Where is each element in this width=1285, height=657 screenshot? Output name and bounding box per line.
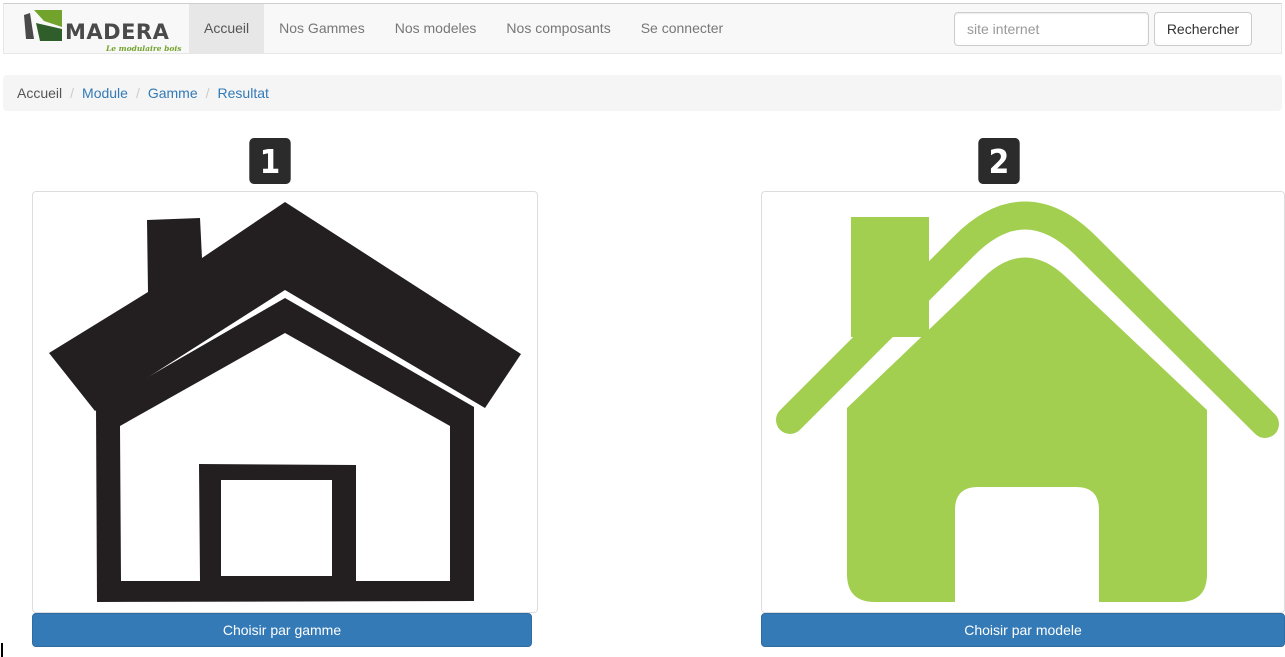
option-number-badge-2: 2 [978,138,1020,184]
nav-item-accueil[interactable]: Accueil [189,4,265,53]
breadcrumb: Accueil / Module / Gamme / Resultat [3,75,1282,111]
brand-name: MADERA [65,20,170,44]
text-cursor [1,643,3,657]
breadcrumb-separator: / [135,85,140,101]
nav-item-nos-composants[interactable]: Nos composants [491,4,625,53]
navbar: MADERA Le modulaire bois Accueil Nos Gam… [3,3,1282,54]
house-outline-icon [49,202,521,602]
breadcrumb-separator: / [205,85,210,101]
house-solid-icon [776,201,1279,602]
option-number-badge-1: 1 [249,138,291,184]
search-button[interactable]: Rechercher [1154,12,1252,46]
choose-by-gamme-button[interactable]: Choisir par gamme [32,613,532,647]
breadcrumb-separator: / [70,85,75,101]
madera-logo-icon [24,10,62,41]
nav-item-se-connecter[interactable]: Se connecter [626,4,739,53]
brand-logo[interactable]: MADERA Le modulaire bois [22,8,182,53]
breadcrumb-accueil: Accueil [17,85,63,101]
option-thumbnail-gamme[interactable] [32,191,538,613]
main-nav: Accueil Nos Gammes Nos modeles Nos compo… [189,4,738,53]
breadcrumb-module[interactable]: Module [82,85,128,101]
search-input[interactable] [954,12,1149,46]
nav-item-nos-gammes[interactable]: Nos Gammes [264,4,380,53]
breadcrumb-resultat[interactable]: Resultat [218,85,269,101]
brand-tagline: Le modulaire bois [106,44,182,53]
nav-item-nos-modeles[interactable]: Nos modeles [380,4,492,53]
breadcrumb-gamme[interactable]: Gamme [148,85,198,101]
option-thumbnail-modele[interactable] [761,191,1285,613]
choose-by-modele-button[interactable]: Choisir par modele [761,613,1285,647]
